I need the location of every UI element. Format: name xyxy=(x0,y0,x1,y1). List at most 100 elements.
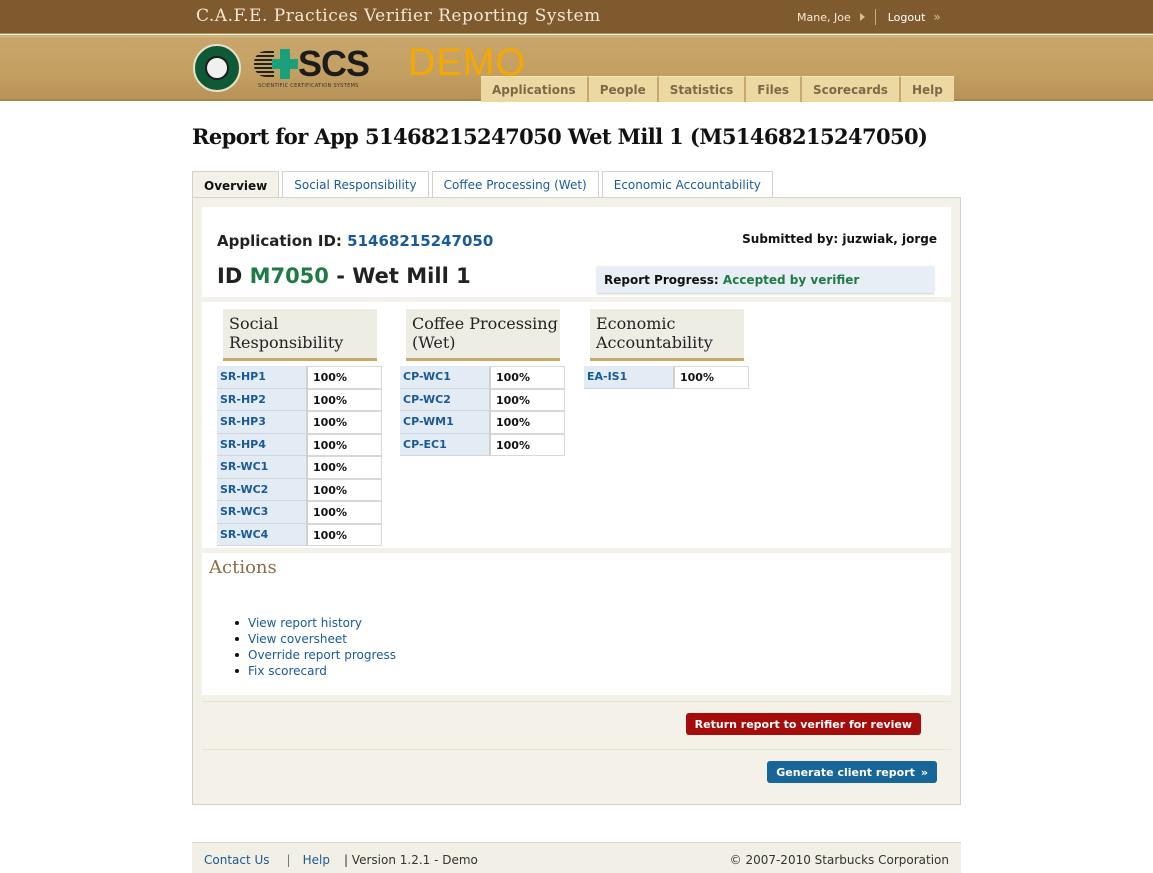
score-row: SR-HP3 100% xyxy=(217,411,382,434)
nav-help[interactable]: Help xyxy=(900,76,954,102)
criterion-score: 100% xyxy=(491,366,565,389)
criterion-score: 100% xyxy=(491,388,565,411)
double-chevron-right-icon: » xyxy=(933,10,941,24)
criterion-link[interactable]: CP-WC1 xyxy=(400,366,491,389)
section-title-line: Responsibility xyxy=(229,333,344,352)
top-bar: C.A.F.E. Practices Verifier Reporting Sy… xyxy=(0,0,1153,34)
score-row: CP-WC2 100% xyxy=(400,388,565,411)
page-title: Report for App 51468215247050 Wet Mill 1… xyxy=(192,124,928,149)
score-row: SR-HP4 100% xyxy=(217,433,382,456)
criterion-score: 100% xyxy=(675,366,749,389)
return-button-bar: Return report to verifier for review xyxy=(202,701,951,741)
score-row: SR-WC1 100% xyxy=(217,456,382,479)
tab-coffee-processing[interactable]: Coffee Processing (Wet) xyxy=(431,171,599,198)
criterion-link[interactable]: EA-IS1 xyxy=(584,366,675,389)
fix-scorecard-link[interactable]: Fix scorecard xyxy=(248,664,327,678)
submitted-by: Submitted by: juzwiak, jorge xyxy=(742,232,937,246)
generate-button-bar: Generate client report » xyxy=(202,749,951,789)
scs-logo-text: SCS xyxy=(298,43,370,84)
user-menu-link[interactable]: Mane, Joe xyxy=(797,11,851,24)
score-row: SR-HP1 100% xyxy=(217,366,382,389)
criterion-score: 100% xyxy=(308,478,382,501)
score-row: SR-WC4 100% xyxy=(217,523,382,546)
footer-help-link[interactable]: Help xyxy=(303,853,330,867)
section-heading: Coffee Processing (Wet) xyxy=(406,309,560,361)
scores-box: Social Responsibility SR-HP1 100% SR-HP2 1… xyxy=(202,302,951,548)
tab-social-responsibility[interactable]: Social Responsibility xyxy=(282,171,429,198)
score-row: CP-EC1 100% xyxy=(400,433,565,456)
criterion-link[interactable]: CP-WC2 xyxy=(400,388,491,411)
id-prefix: ID xyxy=(217,264,243,288)
score-rows: SR-HP1 100% SR-HP2 100% SR-HP3 100% SR-HP4 1… xyxy=(217,366,382,546)
section-title-line: Coffee Processing xyxy=(412,314,558,333)
version-text: | Version 1.2.1 - Demo xyxy=(343,853,478,867)
contact-us-link[interactable]: Contact Us xyxy=(204,853,270,867)
nav-scorecards[interactable]: Scorecards xyxy=(802,76,901,102)
scs-logo: SCS SCIENTIFIC CERTIFICATION SYSTEMS xyxy=(254,43,370,91)
scs-logo-lines xyxy=(254,51,274,77)
criterion-score: 100% xyxy=(491,433,565,456)
score-row: SR-HP2 100% xyxy=(217,388,382,411)
section-title-line: Social xyxy=(229,314,279,333)
criterion-score: 100% xyxy=(308,388,382,411)
criterion-score: 100% xyxy=(308,411,382,434)
action-item: View report history xyxy=(232,615,396,631)
criterion-link[interactable]: SR-WC4 xyxy=(217,523,308,546)
banner: SCS SCIENTIFIC CERTIFICATION SYSTEMS DEM… xyxy=(0,35,1153,102)
caret-right-icon[interactable] xyxy=(859,13,865,21)
report-progress-label: Report Progress: xyxy=(604,273,719,287)
criterion-link[interactable]: SR-HP2 xyxy=(217,388,308,411)
section-economic-accountability: Economic Accountability EA-IS1 100% xyxy=(584,309,749,389)
return-to-verifier-button[interactable]: Return report to verifier for review xyxy=(685,713,921,735)
view-coversheet-link[interactable]: View coversheet xyxy=(248,632,347,646)
user-area: Mane, Joe Logout » xyxy=(797,9,941,25)
action-item: Override report progress xyxy=(232,647,396,663)
divider xyxy=(874,9,876,25)
generate-client-report-label: Generate client report xyxy=(776,765,915,779)
actions-list: View report history View coversheet Over… xyxy=(232,615,396,679)
score-row: CP-WM1 100% xyxy=(400,411,565,434)
tab-economic-accountability[interactable]: Economic Accountability xyxy=(601,171,773,198)
criterion-link[interactable]: SR-WC1 xyxy=(217,456,308,479)
tab-overview[interactable]: Overview xyxy=(192,171,280,199)
copyright: © 2007-2010 Starbucks Corporation xyxy=(729,853,949,867)
criterion-link[interactable]: SR-HP3 xyxy=(217,411,308,434)
criterion-link[interactable]: CP-EC1 xyxy=(400,433,491,456)
nav-files[interactable]: Files xyxy=(746,76,803,102)
criterion-score: 100% xyxy=(308,433,382,456)
scs-logo-subtitle: SCIENTIFIC CERTIFICATION SYSTEMS xyxy=(258,83,359,89)
criterion-link[interactable]: SR-HP4 xyxy=(217,433,308,456)
actions-box: Actions View report history View coversh… xyxy=(202,553,951,695)
view-report-history-link[interactable]: View report history xyxy=(248,616,362,630)
criterion-link[interactable]: CP-WM1 xyxy=(400,411,491,434)
footer-separator: | xyxy=(286,853,291,867)
actions-heading: Actions xyxy=(209,557,277,578)
score-rows: EA-IS1 100% xyxy=(584,366,749,389)
summary-box: Application ID: 51468215247050 ID M7050 … xyxy=(202,207,951,297)
section-title-line: Economic xyxy=(596,314,676,333)
starbucks-logo xyxy=(193,44,241,92)
action-item: Fix scorecard xyxy=(232,663,396,679)
generate-client-report-button[interactable]: Generate client report » xyxy=(767,761,937,783)
mill-name: - Wet Mill 1 xyxy=(336,264,471,288)
report-tabs: Overview Social Responsibility Coffee Pr… xyxy=(192,171,776,199)
criterion-link[interactable]: SR-HP1 xyxy=(217,366,308,389)
starbucks-logo-siren xyxy=(205,56,229,80)
application-id-link[interactable]: 51468215247050 xyxy=(347,232,493,250)
criterion-score: 100% xyxy=(308,501,382,524)
score-row: CP-WC1 100% xyxy=(400,366,565,389)
criterion-link[interactable]: SR-WC2 xyxy=(217,478,308,501)
overview-panel: Application ID: 51468215247050 ID M7050 … xyxy=(192,197,961,805)
nav-statistics[interactable]: Statistics xyxy=(658,76,747,102)
logout-link[interactable]: Logout xyxy=(888,11,926,24)
double-chevron-right-icon: » xyxy=(920,765,928,779)
nav-applications[interactable]: Applications xyxy=(481,76,589,102)
score-row: SR-WC2 100% xyxy=(217,478,382,501)
mill-id-heading: ID M7050 - Wet Mill 1 xyxy=(217,264,471,288)
nav-people[interactable]: People xyxy=(588,76,659,102)
system-title: C.A.F.E. Practices Verifier Reporting Sy… xyxy=(196,6,601,26)
submitted-by-label: Submitted by: xyxy=(742,232,839,246)
criterion-link[interactable]: SR-WC3 xyxy=(217,501,308,524)
section-coffee-processing: Coffee Processing (Wet) CP-WC1 100% CP-WC… xyxy=(400,309,565,456)
override-report-progress-link[interactable]: Override report progress xyxy=(248,648,396,662)
